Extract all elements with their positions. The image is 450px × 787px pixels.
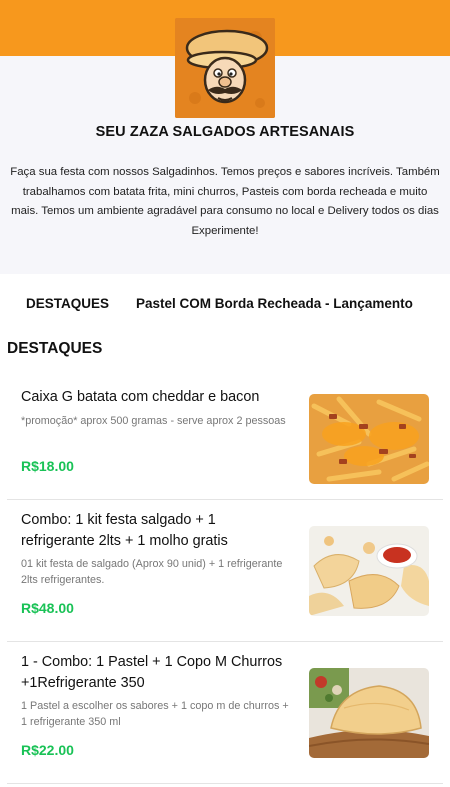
product-item[interactable]: 1 - Combo: 1 Pastel + 1 Copo M Churros +… bbox=[7, 642, 443, 784]
product-name: Combo: 1 kit festa salgado + 1 refrigera… bbox=[21, 512, 228, 549]
product-description: 01 kit festa de salgado (Aprox 90 unid) … bbox=[21, 558, 283, 586]
category-tabs: DESTAQUES Pastel COM Borda Recheada - La… bbox=[0, 290, 450, 320]
store-description: Faça sua festa com nossos Salgadinhos. T… bbox=[10, 166, 440, 237]
pastel-photo bbox=[309, 668, 429, 758]
product-price: R$22.00 bbox=[21, 742, 74, 758]
fried-snacks-photo bbox=[309, 526, 429, 616]
product-name: Caixa G batata com cheddar e bacon bbox=[21, 389, 260, 405]
tab-pastel-borda-recheada[interactable]: Pastel COM Borda Recheada - Lançamento bbox=[136, 296, 413, 311]
product-price: R$18.00 bbox=[21, 458, 74, 474]
product-item[interactable]: Combo: 1 kit festa salgado + 1 refrigera… bbox=[7, 500, 443, 642]
tab-destaques[interactable]: DESTAQUES bbox=[26, 296, 109, 311]
store-logo bbox=[175, 18, 275, 118]
product-item[interactable]: Caixa G batata com cheddar e bacon *prom… bbox=[7, 372, 443, 500]
product-price: R$48.00 bbox=[21, 600, 74, 616]
product-name: 1 - Combo: 1 Pastel + 1 Copo M Churros +… bbox=[21, 654, 283, 691]
store-name: SEU ZAZA SALGADOS ARTESANAIS bbox=[95, 124, 355, 140]
section-title: DESTAQUES bbox=[7, 340, 103, 357]
product-description: 1 Pastel a escolher os sabores + 1 copo … bbox=[21, 700, 289, 728]
fries-cheddar-bacon-photo bbox=[309, 394, 429, 484]
product-description: *promoção* aprox 500 gramas - serve apro… bbox=[21, 415, 286, 427]
